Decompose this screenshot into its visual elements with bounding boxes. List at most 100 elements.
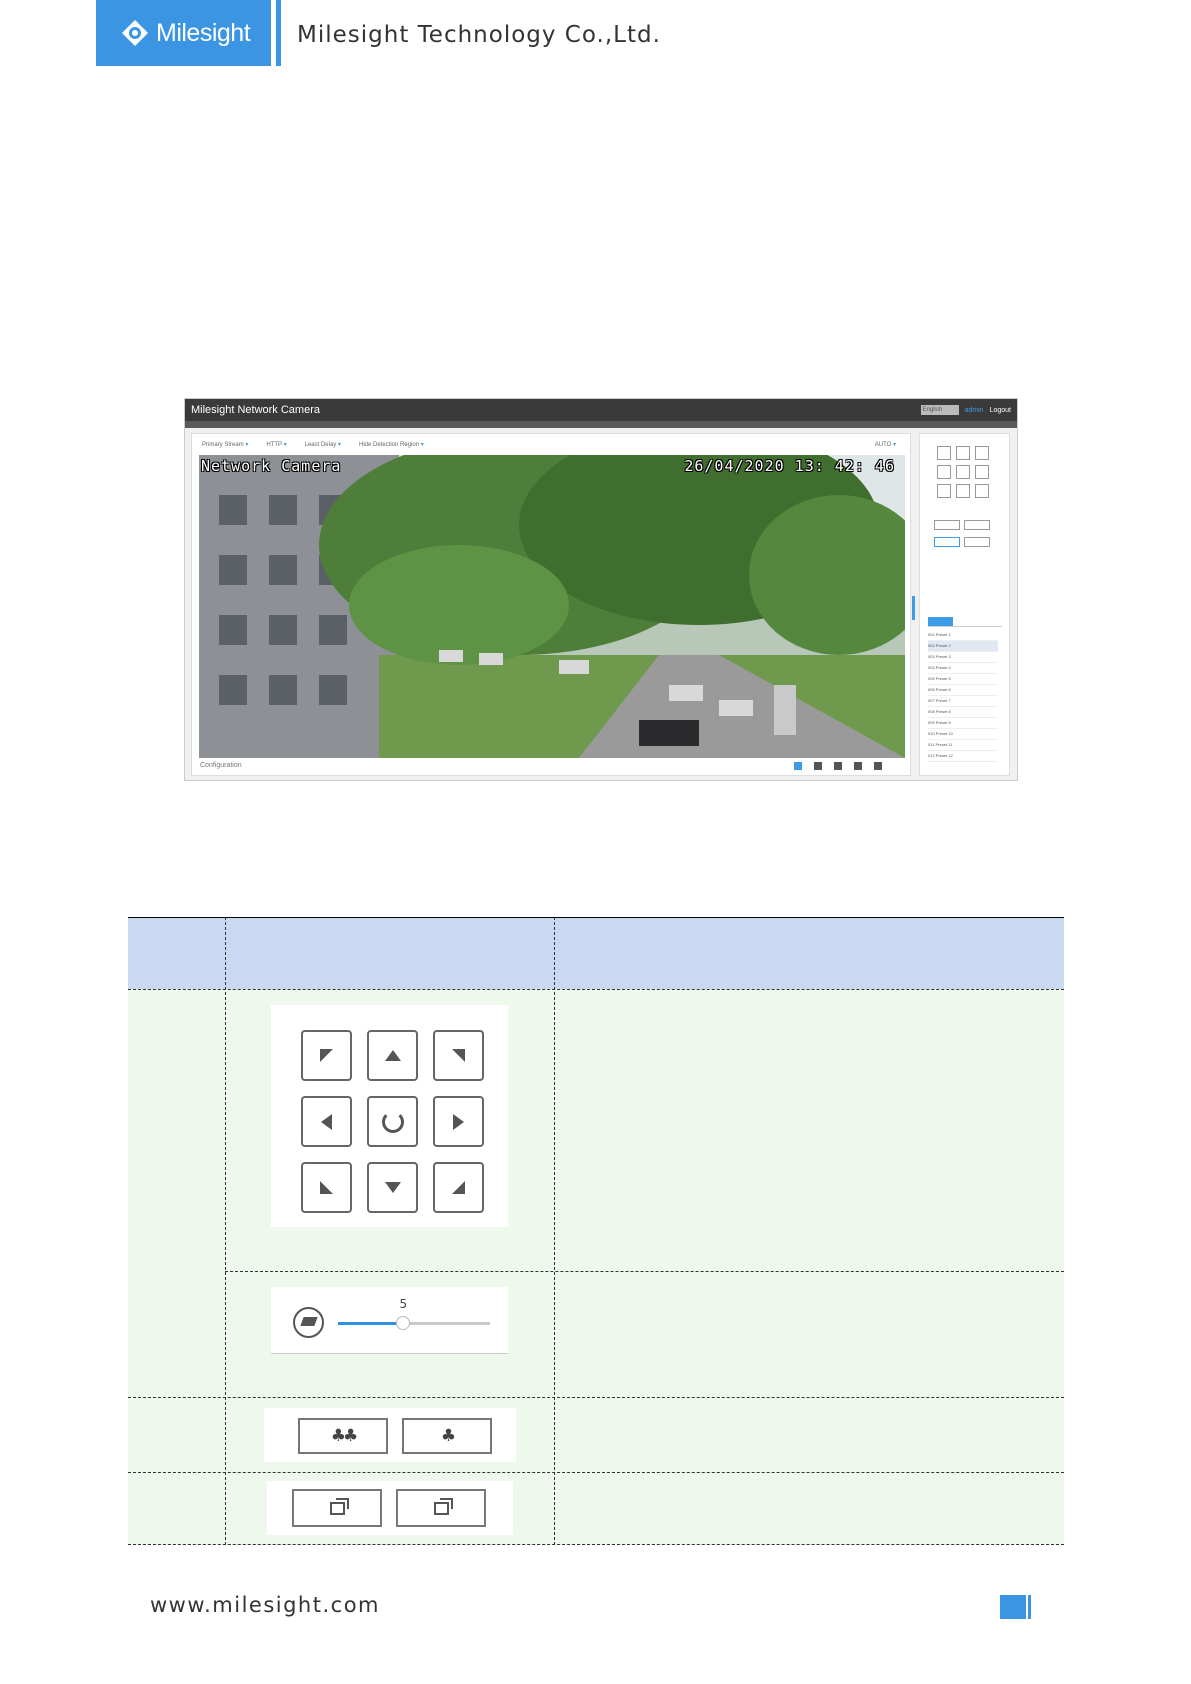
arrow-up-left-icon xyxy=(320,1049,333,1062)
arrow-down-icon xyxy=(384,1182,401,1193)
brand-logo: Milesight xyxy=(96,0,271,66)
footer-url[interactable]: www.milesight.com xyxy=(150,1593,380,1617)
zoom-out-button[interactable]: ♣♣ xyxy=(298,1418,388,1454)
zoom-in-button[interactable]: ♣ xyxy=(402,1418,492,1454)
ptz-mini-down-left[interactable] xyxy=(937,484,951,498)
delay-select[interactable]: Least Delay xyxy=(305,441,341,448)
language-select[interactable]: English xyxy=(920,405,959,415)
pan-right-button[interactable] xyxy=(433,1096,484,1147)
panel-toggle-handle[interactable] xyxy=(912,596,915,620)
logout-link[interactable]: Logout xyxy=(990,407,1011,414)
tab-patrol[interactable] xyxy=(952,617,978,627)
preset-item[interactable]: 012 Preset 12 xyxy=(928,751,998,762)
preset-item[interactable]: 007 Preset 7 xyxy=(928,696,998,707)
settings-icon[interactable] xyxy=(874,761,882,770)
page-marker-bar xyxy=(1028,1595,1031,1619)
record-icon[interactable] xyxy=(834,761,842,770)
row-divider xyxy=(128,1472,1064,1473)
auto-scan-button[interactable] xyxy=(367,1096,418,1147)
stop-icon[interactable] xyxy=(794,761,802,770)
preset-item[interactable]: 004 Preset 4 xyxy=(928,663,998,674)
logo-text: Milesight xyxy=(156,18,251,47)
live-view-panel: Primary Stream HTTP Least Delay Hide Det… xyxy=(191,433,911,776)
row-divider xyxy=(128,1397,1064,1398)
ptz-speed-control: 5 xyxy=(271,1287,508,1354)
live-view-actions xyxy=(794,761,882,770)
topbar-right: English admin Logout xyxy=(920,405,1011,415)
row-divider xyxy=(225,1271,1064,1272)
page-marker xyxy=(1000,1595,1026,1619)
refresh-icon xyxy=(381,1110,404,1133)
ptz-mini-focus-row xyxy=(934,537,990,547)
pan-left-button[interactable] xyxy=(301,1096,352,1147)
video-feed[interactable]: Network Camera 26/04/2020 13: 42: 46 xyxy=(199,455,905,758)
live-view-toolbar: Primary Stream HTTP Least Delay Hide Det… xyxy=(192,434,910,454)
ptz-mini-focus-near[interactable] xyxy=(934,537,960,547)
window-minimize-icon xyxy=(433,1497,453,1515)
detection-region-select[interactable]: Hide Detection Region xyxy=(359,441,424,448)
camera-web-screenshot: Milesight Network Camera English admin L… xyxy=(184,398,1018,781)
zoom-controls: ♣♣ ♣ xyxy=(264,1408,516,1462)
preset-item[interactable]: 006 Preset 6 xyxy=(928,685,998,696)
pan-down-button[interactable] xyxy=(367,1162,418,1213)
preset-item[interactable]: 010 Preset 10 xyxy=(928,729,998,740)
window-restore-icon xyxy=(329,1497,349,1515)
ptz-mini-down[interactable] xyxy=(956,484,970,498)
pan-down-right-button[interactable] xyxy=(433,1162,484,1213)
zoom-mode-select[interactable]: AUTO xyxy=(875,441,896,448)
preset-item[interactable]: 008 Preset 8 xyxy=(928,707,998,718)
pan-up-right-button[interactable] xyxy=(433,1030,484,1081)
pan-up-button[interactable] xyxy=(367,1030,418,1081)
ptz-mini-right[interactable] xyxy=(975,465,989,479)
focus-near-button[interactable] xyxy=(292,1489,382,1527)
zoom-out-icon: ♣♣ xyxy=(330,1426,359,1446)
ptz-mini-zoom-out[interactable] xyxy=(934,520,960,530)
column-divider xyxy=(225,917,226,1545)
protocol-select[interactable]: HTTP xyxy=(266,441,286,448)
row-divider xyxy=(128,989,1064,990)
snapshot-icon[interactable] xyxy=(814,761,822,770)
zoom-in-icon: ♣ xyxy=(440,1426,456,1446)
ptz-panel: 001 Preset 1 002 Preset 2 003 Preset 3 0… xyxy=(919,433,1010,776)
ptz-mini-up-left[interactable] xyxy=(937,446,951,460)
table-header xyxy=(128,917,1064,989)
speed-slider[interactable] xyxy=(338,1316,490,1330)
osd-camera-name: Network Camera xyxy=(201,457,342,475)
ptz-mini-direction-pad xyxy=(937,446,989,498)
milesight-logo-icon xyxy=(122,20,148,46)
osd-timestamp: 26/04/2020 13: 42: 46 xyxy=(684,457,895,475)
preset-item[interactable]: 011 Preset 11 xyxy=(928,740,998,751)
company-name: Milesight Technology Co.,Ltd. xyxy=(297,22,661,48)
ptz-mini-down-right[interactable] xyxy=(975,484,989,498)
header-accent-bar xyxy=(276,0,281,66)
tab-preset[interactable] xyxy=(928,617,953,627)
tab-pattern[interactable] xyxy=(977,617,1003,627)
speed-slider-thumb[interactable] xyxy=(396,1316,411,1330)
pan-down-left-button[interactable] xyxy=(301,1162,352,1213)
configuration-link[interactable]: Configuration xyxy=(200,762,242,769)
preset-item[interactable]: 002 Preset 2 xyxy=(928,641,998,652)
pan-up-left-button[interactable] xyxy=(301,1030,352,1081)
preset-list: 001 Preset 1 002 Preset 2 003 Preset 3 0… xyxy=(928,630,998,762)
ptz-mini-left[interactable] xyxy=(937,465,951,479)
user-link[interactable]: admin xyxy=(965,407,984,414)
ptz-mini-up[interactable] xyxy=(956,446,970,460)
speed-slider-fill xyxy=(338,1322,404,1325)
zoom-icon[interactable] xyxy=(854,761,862,770)
ptz-mini-up-right[interactable] xyxy=(975,446,989,460)
preset-item[interactable]: 001 Preset 1 xyxy=(928,630,998,641)
video-scene xyxy=(199,455,905,758)
row-divider xyxy=(128,1544,1064,1545)
ptz-mini-auto[interactable] xyxy=(956,465,970,479)
focus-controls xyxy=(267,1481,513,1535)
stream-select[interactable]: Primary Stream xyxy=(202,441,248,448)
camera-app-title: Milesight Network Camera xyxy=(191,404,320,416)
ptz-mini-focus-far[interactable] xyxy=(964,537,990,547)
arrow-left-icon xyxy=(321,1113,332,1130)
focus-far-button[interactable] xyxy=(396,1489,486,1527)
preset-item[interactable]: 009 Preset 9 xyxy=(928,718,998,729)
ptz-mini-zoom-in[interactable] xyxy=(964,520,990,530)
ptz-direction-pad xyxy=(271,1005,508,1227)
preset-item[interactable]: 005 Preset 5 xyxy=(928,674,998,685)
preset-item[interactable]: 003 Preset 3 xyxy=(928,652,998,663)
